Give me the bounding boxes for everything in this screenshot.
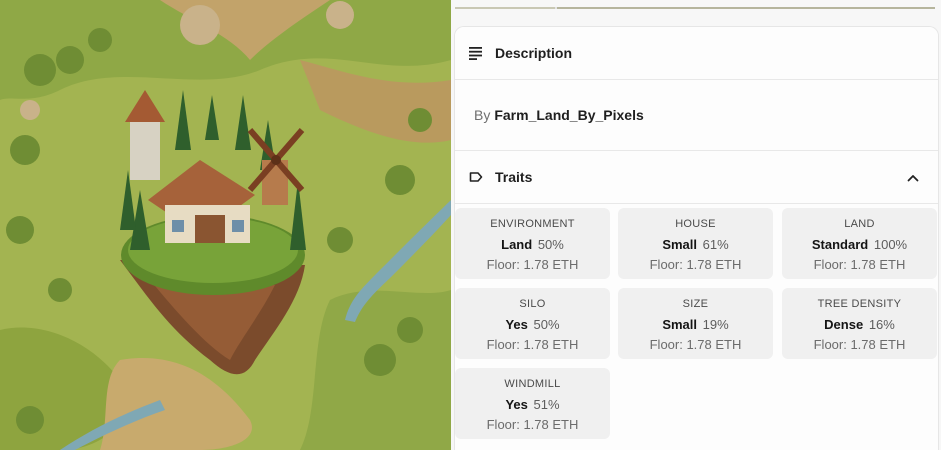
chevron-up-icon[interactable] bbox=[906, 171, 920, 185]
farm-land-illustration bbox=[0, 0, 451, 450]
lines-icon bbox=[469, 46, 483, 60]
trait-floor: Floor: 1.78 ETH bbox=[486, 257, 579, 272]
creator-link[interactable]: Farm_Land_By_Pixels bbox=[494, 107, 643, 123]
trait-floor: Floor: 1.78 ETH bbox=[486, 417, 579, 432]
details-panel: Description By Farm_Land_By_Pixels Trait… bbox=[451, 0, 941, 450]
trait-value: Land 50% bbox=[501, 237, 564, 252]
trait-value: Yes 50% bbox=[505, 317, 560, 332]
trait-floor: Floor: 1.78 ETH bbox=[486, 337, 579, 352]
trait-value: Yes 51% bbox=[505, 397, 560, 412]
trait-size[interactable]: SIZE Small 19% Floor: 1.78 ETH bbox=[618, 288, 773, 359]
trait-land[interactable]: LAND Standard 100% Floor: 1.78 ETH bbox=[782, 208, 937, 279]
description-body: By Farm_Land_By_Pixels bbox=[455, 80, 938, 151]
trait-value: Small 19% bbox=[662, 317, 729, 332]
trait-type: SILO bbox=[519, 298, 546, 310]
trait-value: Small 61% bbox=[662, 237, 729, 252]
trait-type: SIZE bbox=[682, 298, 709, 310]
trait-type: TREE DENSITY bbox=[817, 298, 902, 310]
trait-value: Standard 100% bbox=[811, 237, 908, 252]
trait-floor: Floor: 1.78 ETH bbox=[649, 337, 742, 352]
trait-type: WINDMILL bbox=[504, 378, 561, 390]
trait-tree-density[interactable]: TREE DENSITY Dense 16% Floor: 1.78 ETH bbox=[782, 288, 937, 359]
trait-type: LAND bbox=[844, 218, 875, 230]
trait-environment[interactable]: ENVIRONMENT Land 50% Floor: 1.78 ETH bbox=[455, 208, 610, 279]
trait-house[interactable]: HOUSE Small 61% Floor: 1.78 ETH bbox=[618, 208, 773, 279]
trait-floor: Floor: 1.78 ETH bbox=[813, 257, 906, 272]
info-card: Description By Farm_Land_By_Pixels Trait… bbox=[454, 26, 939, 450]
traits-title: Traits bbox=[495, 169, 533, 185]
tag-icon bbox=[469, 170, 483, 184]
traits-grid: ENVIRONMENT Land 50% Floor: 1.78 ETH HOU… bbox=[455, 204, 938, 439]
trait-type: HOUSE bbox=[675, 218, 716, 230]
description-header[interactable]: Description bbox=[455, 27, 938, 80]
divider bbox=[455, 7, 935, 9]
trait-windmill[interactable]: WINDMILL Yes 51% Floor: 1.78 ETH bbox=[455, 368, 610, 439]
by-label: By bbox=[474, 107, 491, 123]
trait-floor: Floor: 1.78 ETH bbox=[649, 257, 742, 272]
trait-value: Dense 16% bbox=[824, 317, 895, 332]
traits-header[interactable]: Traits bbox=[455, 151, 938, 204]
nft-artwork[interactable] bbox=[0, 0, 451, 450]
description-title: Description bbox=[495, 45, 573, 61]
trait-floor: Floor: 1.78 ETH bbox=[813, 337, 906, 352]
trait-type: ENVIRONMENT bbox=[490, 218, 575, 230]
trait-silo[interactable]: SILO Yes 50% Floor: 1.78 ETH bbox=[455, 288, 610, 359]
